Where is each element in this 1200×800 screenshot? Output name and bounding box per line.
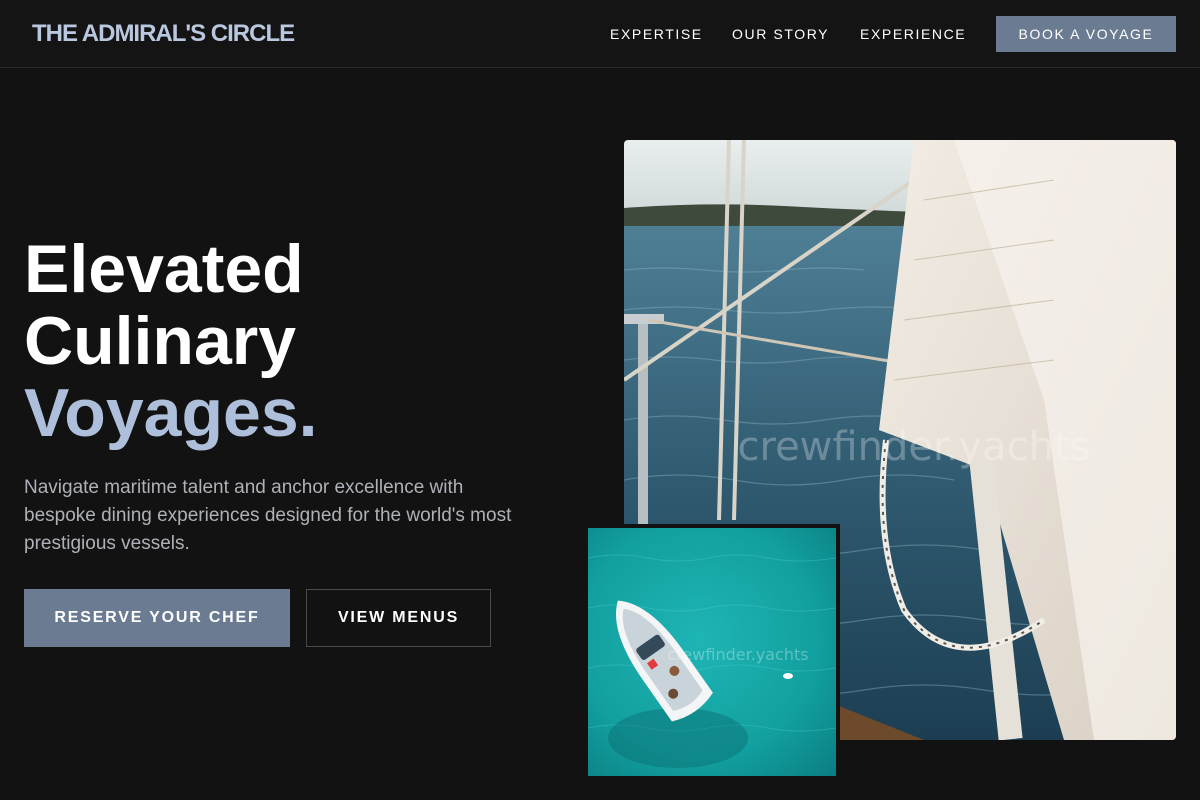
aerial-boat-illustration: crewfinder.yachts — [588, 528, 836, 776]
aerial-boat-photo: crewfinder.yachts — [584, 524, 840, 780]
hero-description: Navigate maritime talent and anchor exce… — [24, 477, 512, 554]
view-menus-button[interactable]: VIEW MENUS — [306, 589, 491, 647]
nav-link-our-story[interactable]: OUR STORY — [732, 26, 829, 42]
hero-title: Elevated Culinary Voyages. — [24, 233, 318, 449]
hero-title-line-3: Voyages. — [24, 375, 318, 451]
nav-link-expertise[interactable]: EXPERTISE — [610, 26, 703, 42]
reserve-chef-button[interactable]: RESERVE YOUR CHEF — [24, 589, 290, 647]
brand-logo[interactable]: THE ADMIRAL'S CIRCLE — [32, 20, 295, 48]
hero-title-line-1: Elevated — [24, 231, 304, 307]
site-header: THE ADMIRAL'S CIRCLE EXPERTISE OUR STORY… — [0, 0, 1200, 68]
nav-link-experience[interactable]: EXPERIENCE — [860, 26, 966, 42]
book-voyage-button[interactable]: BOOK A VOYAGE — [996, 16, 1176, 52]
hero-title-line-2: Culinary — [24, 303, 297, 379]
main-photo-watermark: crewfinder.yachts — [738, 424, 1091, 470]
inset-photo-watermark: crewfinder.yachts — [667, 645, 808, 664]
